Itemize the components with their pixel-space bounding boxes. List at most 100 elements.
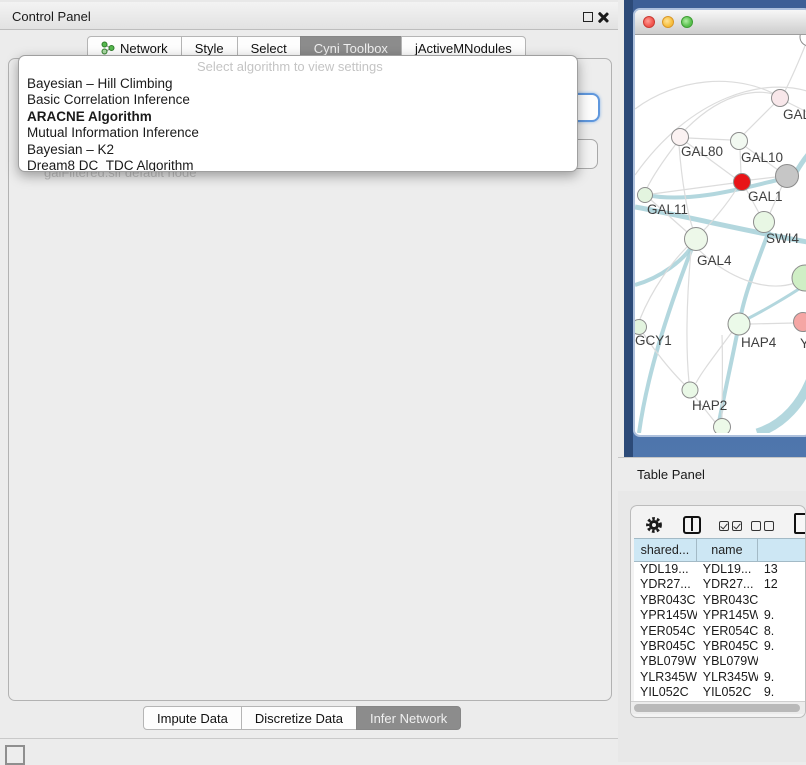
algorithm-option[interactable]: Bayesian – Hill Climbing [19,76,577,92]
close-window-button[interactable] [643,16,655,28]
table-panel-title: Table Panel [637,467,705,482]
table-cell[interactable]: YDL19... [697,562,758,577]
network-edge[interactable] [743,104,774,135]
table-cell[interactable]: YPR145W [697,608,758,623]
table-cell[interactable]: 8. [758,624,806,639]
network-edge[interactable] [717,329,738,433]
table-cell[interactable]: YIL052C [634,685,697,700]
network-edge[interactable] [740,231,769,320]
tab-discretize-data[interactable]: Discretize Data [241,706,357,730]
network-node[interactable] [714,419,731,434]
network-edge[interactable] [757,373,806,433]
select-all-checks-icon[interactable] [719,519,745,534]
network-node[interactable] [685,228,708,251]
algorithm-option[interactable]: Mutual Information Inference [19,125,577,141]
table-row[interactable]: YDL19...YDL19...13 [634,562,806,577]
network-node[interactable] [672,129,689,146]
network-node[interactable] [754,212,775,233]
network-node[interactable] [792,265,806,291]
network-edge[interactable] [685,92,775,130]
tab-label: jActiveMNodules [415,41,512,56]
table-cell[interactable]: YBR043C [634,593,697,608]
network-edge[interactable] [747,285,805,319]
tab-infer-network[interactable]: Infer Network [356,706,461,730]
minimize-window-button[interactable] [662,16,674,28]
zoom-window-button[interactable] [681,16,693,28]
network-node[interactable] [776,165,799,188]
table-row[interactable]: YIL052CYIL052C9. [634,685,806,700]
algorithm-option[interactable]: Basic Correlation Inference [19,92,577,108]
table-cell[interactable] [758,654,806,669]
network-canvas[interactable]: GALGAL80GAL10GAL1GAL11SWI4GAL4GCY1HAP4YH… [635,35,806,433]
table-cell[interactable]: 12 [758,577,806,592]
network-node[interactable] [731,133,748,150]
network-node[interactable] [772,90,789,107]
table-cell[interactable]: 9. [758,670,806,685]
table-cell[interactable]: YBL079W [634,654,697,669]
table-cell[interactable]: YDL19... [634,562,697,577]
network-graph[interactable]: GALGAL80GAL10GAL1GAL11SWI4GAL4GCY1HAP4YH… [635,35,806,433]
table-cell[interactable]: YER054C [634,624,697,639]
network-edge[interactable] [688,138,731,140]
network-node-label: GAL4 [697,253,732,268]
table-row[interactable]: YPR145WYPR145W9. [634,608,806,623]
table-row[interactable]: YBR045CYBR045C9. [634,639,806,654]
network-node[interactable] [800,35,806,46]
table-cell[interactable]: YLR345W [634,670,697,685]
network-node[interactable] [794,313,806,332]
network-node-label: GAL11 [647,202,688,217]
algorithm-option[interactable]: Bayesian – K2 [19,142,577,158]
algorithm-option[interactable]: Dream8 DC_TDC Algorithm [19,158,577,172]
table-cell[interactable]: 9. [758,639,806,654]
table-cell[interactable]: 9. [758,608,806,623]
network-node[interactable] [734,174,751,191]
table-cell[interactable]: 9. [758,685,806,700]
export-table-icon[interactable] [794,513,806,534]
table-cell[interactable]: YBL079W [697,654,758,669]
network-edge[interactable] [635,81,780,109]
table-hscrollbar[interactable] [631,701,806,714]
network-window-titlebar[interactable] [635,10,806,35]
algorithm-dropdown-popup: Select algorithm to view settings Bayesi… [18,55,578,172]
network-edge[interactable] [750,323,794,324]
table-cell[interactable]: YIL052C [697,685,758,700]
network-node-label: HAP2 [692,398,727,413]
column-header[interactable] [758,539,806,561]
column-header[interactable]: shared... [634,539,697,561]
table-cell[interactable]: YDR27... [634,577,697,592]
table-row[interactable]: YBR043CYBR043C [634,593,806,608]
table-cell[interactable] [758,593,806,608]
network-view-window[interactable]: GALGAL80GAL10GAL1GAL11SWI4GAL4GCY1HAP4YH… [633,8,806,437]
network-edge[interactable] [785,41,806,91]
table-cell[interactable]: 13 [758,562,806,577]
network-edge[interactable] [647,144,676,188]
table-cell[interactable]: YBR043C [697,593,758,608]
algorithm-option[interactable]: ARACNE Algorithm [19,109,577,125]
gear-icon[interactable] [644,515,664,535]
minimized-panel-icon[interactable] [5,745,25,765]
tab-impute-data[interactable]: Impute Data [143,706,242,730]
network-node[interactable] [728,313,750,335]
table-row[interactable]: YER054CYER054C8. [634,624,806,639]
network-node[interactable] [682,382,698,398]
table-cell[interactable]: YLR345W [697,670,758,685]
table-cell[interactable]: YDR27... [697,577,758,592]
control-panel-window: Control Panel Network Style Select Cyni … [0,0,618,762]
float-panel-icon[interactable] [583,12,593,22]
table-row[interactable]: YBL079WYBL079W [634,654,806,669]
table-cell[interactable]: YBR045C [697,639,758,654]
table-cell[interactable]: YPR145W [634,608,697,623]
close-icon[interactable] [597,11,609,23]
table-row[interactable]: YLR345WYLR345W9. [634,670,806,685]
network-edge[interactable] [687,251,691,382]
network-node[interactable] [638,188,653,203]
node-table: shared... name YDL19...YDL19...13YDR27..… [634,538,806,701]
column-header[interactable]: name [697,539,758,561]
table-row[interactable]: YDR27...YDR27...12 [634,577,806,592]
table-cell[interactable]: YER054C [697,624,758,639]
columns-icon[interactable] [683,516,701,534]
table-panel-area: shared... name YDL19...YDL19...13YDR27..… [618,491,806,762]
desktop-background-edge [624,0,633,457]
deselect-all-checks-icon[interactable] [751,519,777,534]
table-cell[interactable]: YBR045C [634,639,697,654]
